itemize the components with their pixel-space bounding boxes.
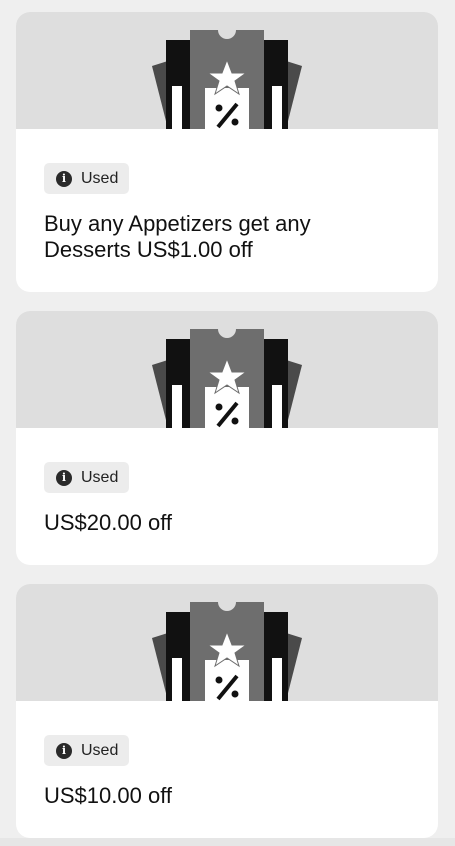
info-icon: i bbox=[56, 469, 72, 486]
status-label: Used bbox=[81, 468, 119, 486]
coupon-title: US$10.00 off bbox=[44, 783, 173, 808]
status-badge: i Used bbox=[44, 735, 130, 766]
coupon-banner bbox=[16, 12, 438, 129]
coupon-banner bbox=[16, 584, 438, 701]
coupon-card[interactable]: i Used Buy any Appetizers get any Desser… bbox=[16, 12, 438, 292]
coupon-banner bbox=[16, 311, 438, 428]
status-badge: i Used bbox=[44, 462, 130, 493]
coupon-title: Buy any Appetizers get any Desserts US$1… bbox=[44, 211, 311, 262]
status-label: Used bbox=[81, 741, 119, 759]
coupon-card[interactable]: i Used US$10.00 off bbox=[16, 584, 438, 838]
status-label: Used bbox=[81, 169, 119, 187]
coupon-card[interactable]: i Used US$20.00 off bbox=[16, 311, 438, 565]
coupon-list: i Used Buy any Appetizers get any Desser… bbox=[0, 0, 455, 846]
info-icon: i bbox=[56, 170, 72, 187]
coupon-tickets-illustration bbox=[152, 30, 302, 129]
coupon-tickets-illustration bbox=[152, 329, 302, 428]
coupon-tickets-illustration bbox=[152, 602, 302, 701]
info-icon: i bbox=[56, 742, 72, 759]
bottom-edge bbox=[0, 838, 455, 846]
coupon-title: US$20.00 off bbox=[44, 510, 173, 535]
status-badge: i Used bbox=[44, 163, 130, 194]
